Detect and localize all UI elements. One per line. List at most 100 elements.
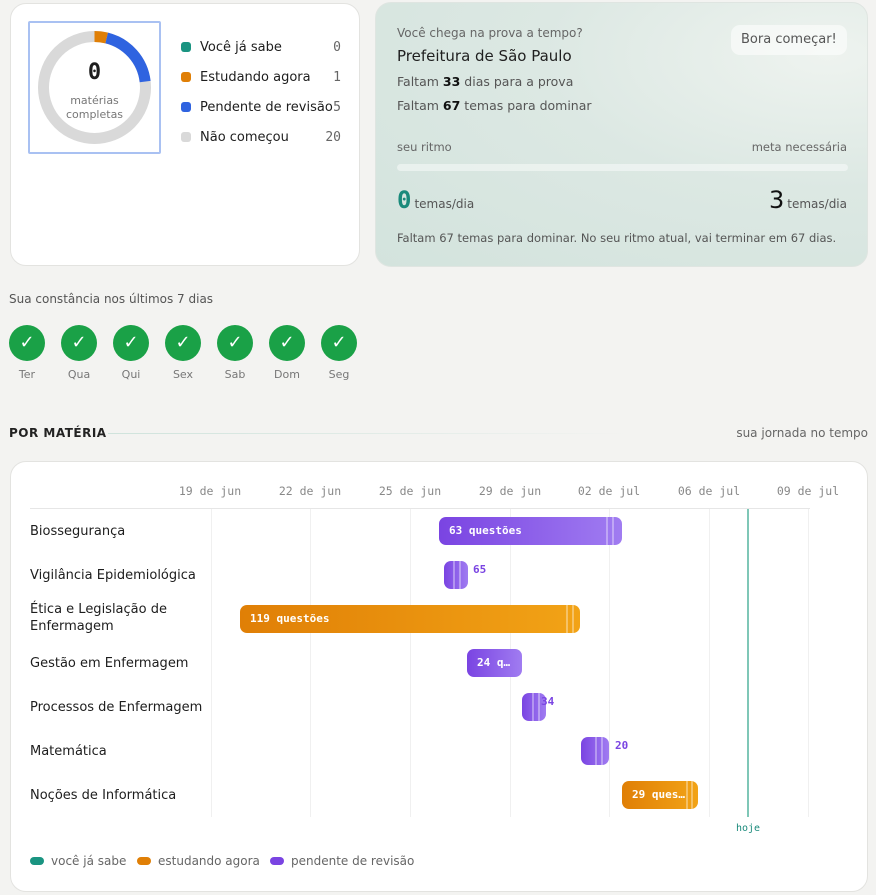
subject-status-card: 0 matérias completas Você já sabe 0 Estu… (10, 3, 360, 266)
row-label-etica: Ética e Legislação de Enfermagem (30, 602, 167, 634)
bar-matematica[interactable] (581, 737, 609, 765)
pace-summary: Faltam 67 temas para dominar. No seu rit… (397, 231, 837, 245)
streak-day-label: Seg (328, 368, 350, 381)
bar-etica[interactable]: 119 questões (240, 605, 580, 633)
timeline-legend-label: você já sabe (51, 854, 127, 868)
bar-stripe (606, 517, 608, 545)
streak-day: ✓ Seg (321, 325, 357, 381)
bar-stripe (566, 605, 568, 633)
bar-stripe (538, 693, 540, 721)
row-label-informatica: Noções de Informática (30, 788, 177, 803)
timeline-tick: 19 de jun (178, 484, 242, 498)
completion-donut[interactable]: 0 matérias completas (28, 21, 161, 154)
check-icon: ✓ (165, 325, 201, 361)
today-label: hoje (735, 823, 761, 834)
legend-label: Você já sabe (200, 39, 282, 55)
completed-count: 0 (87, 60, 102, 85)
streak-day-label: Qui (121, 368, 141, 381)
known-pill-icon (30, 857, 44, 865)
bar-label: 29 ques… (632, 788, 685, 801)
streak-day: ✓ Dom (269, 325, 305, 381)
grid-line (609, 509, 610, 817)
bar-gestao[interactable]: 24 q… (467, 649, 522, 677)
start-button[interactable]: Bora começar! (731, 25, 847, 55)
bar-biosseguranca[interactable]: 63 questões (439, 517, 622, 545)
grid-line (410, 509, 411, 817)
timeline-tick: 06 de jul (677, 484, 741, 498)
bar-stripe (601, 737, 603, 765)
row-label-gestao: Gestão em Enfermagem (30, 656, 189, 671)
needed-rate: 3 temas/dia (769, 186, 847, 214)
streak-day-label: Qua (67, 368, 91, 381)
donut-chart (38, 31, 151, 144)
bar-count-matematica: 20 (615, 739, 629, 752)
check-icon: ✓ (217, 325, 253, 361)
legend-studying[interactable]: Estudando agora 1 (181, 62, 341, 92)
timeline-tick: 22 de jun (278, 484, 342, 498)
topics-remaining: Faltam 67 temas para dominar (397, 98, 592, 113)
timeline-legend-studying: estudando agora (137, 854, 260, 868)
bar-stripe (572, 605, 574, 633)
streak-day-label: Sex (172, 368, 194, 381)
studying-dot-icon (181, 72, 191, 82)
timeline-tick: 25 de jun (378, 484, 442, 498)
bar-stripe (453, 561, 455, 589)
bar-stripe (459, 561, 461, 589)
days-prefix: Faltam (397, 74, 439, 89)
check-icon: ✓ (321, 325, 357, 361)
current-rate-unit: temas/dia (414, 197, 475, 211)
streak-days: ✓ Ter ✓ Qua ✓ Qui ✓ Sex ✓ Sab ✓ Dom ✓ Seg (9, 325, 373, 381)
grid-line (709, 509, 710, 817)
legend-pending[interactable]: Pendente de revisão 5 (181, 92, 341, 122)
topics-prefix: Faltam (397, 98, 439, 113)
bar-label: 63 questões (449, 524, 522, 537)
bar-stripe (691, 781, 693, 809)
legend-not-started[interactable]: Não começou 20 (181, 122, 341, 152)
legend-count: 5 (333, 99, 341, 115)
subject-timeline-card: 19 de jun 22 de jun 25 de jun 29 de jun … (10, 461, 868, 892)
studying-pill-icon (137, 857, 151, 865)
check-icon: ✓ (269, 325, 305, 361)
row-label-vigilancia: Vigilância Epidemiológica (30, 568, 196, 583)
pace-progress-track (397, 164, 848, 171)
timeline-legend-label: estudando agora (158, 854, 260, 868)
grid-line (808, 509, 809, 817)
pending-dot-icon (181, 102, 191, 112)
timeline-legend-pending: pendente de revisão (270, 854, 414, 868)
not-started-dot-icon (181, 132, 191, 142)
exam-name: Prefeitura de São Paulo (397, 47, 572, 65)
legend-count: 0 (333, 39, 341, 55)
legend-count: 20 (325, 129, 341, 145)
needed-rate-value: 3 (768, 186, 785, 214)
timeline-legend-known: você já sabe (30, 854, 126, 868)
completed-caption-line-2: completas (65, 108, 124, 121)
legend-count: 1 (333, 69, 341, 85)
row-label-biosseguranca: Biossegurança (30, 524, 126, 539)
streak-day: ✓ Qui (113, 325, 149, 381)
streak-day-label: Ter (18, 368, 36, 381)
days-remaining: Faltam 33 dias para a prova (397, 74, 573, 89)
completed-caption-line-1: matérias (70, 94, 119, 107)
bar-vigilancia[interactable] (444, 561, 468, 589)
bar-stripe (612, 517, 614, 545)
pace-question: Você chega na prova a tempo? (397, 26, 583, 40)
topics-suffix: temas para dominar (464, 98, 592, 113)
legend-label: Estudando agora (200, 69, 311, 85)
legend-label: Pendente de revisão (200, 99, 333, 115)
bar-informatica[interactable]: 29 ques… (622, 781, 698, 809)
row-label-matematica: Matemática (30, 744, 107, 759)
current-rate-value: 0 (397, 186, 412, 214)
timeline-tick: 02 de jul (577, 484, 641, 498)
bar-stripe (686, 781, 688, 809)
check-icon: ✓ (9, 325, 45, 361)
legend-label: Não começou (200, 129, 289, 145)
streak-day: ✓ Sex (165, 325, 201, 381)
completed-caption: matérias completas (30, 94, 159, 122)
days-value: 33 (442, 74, 461, 89)
pending-pill-icon (270, 857, 284, 865)
streak-day: ✓ Qua (61, 325, 97, 381)
legend-known[interactable]: Você já sabe 0 (181, 32, 341, 62)
check-icon: ✓ (113, 325, 149, 361)
grid-line (211, 509, 212, 817)
bar-label: 119 questões (250, 612, 330, 625)
